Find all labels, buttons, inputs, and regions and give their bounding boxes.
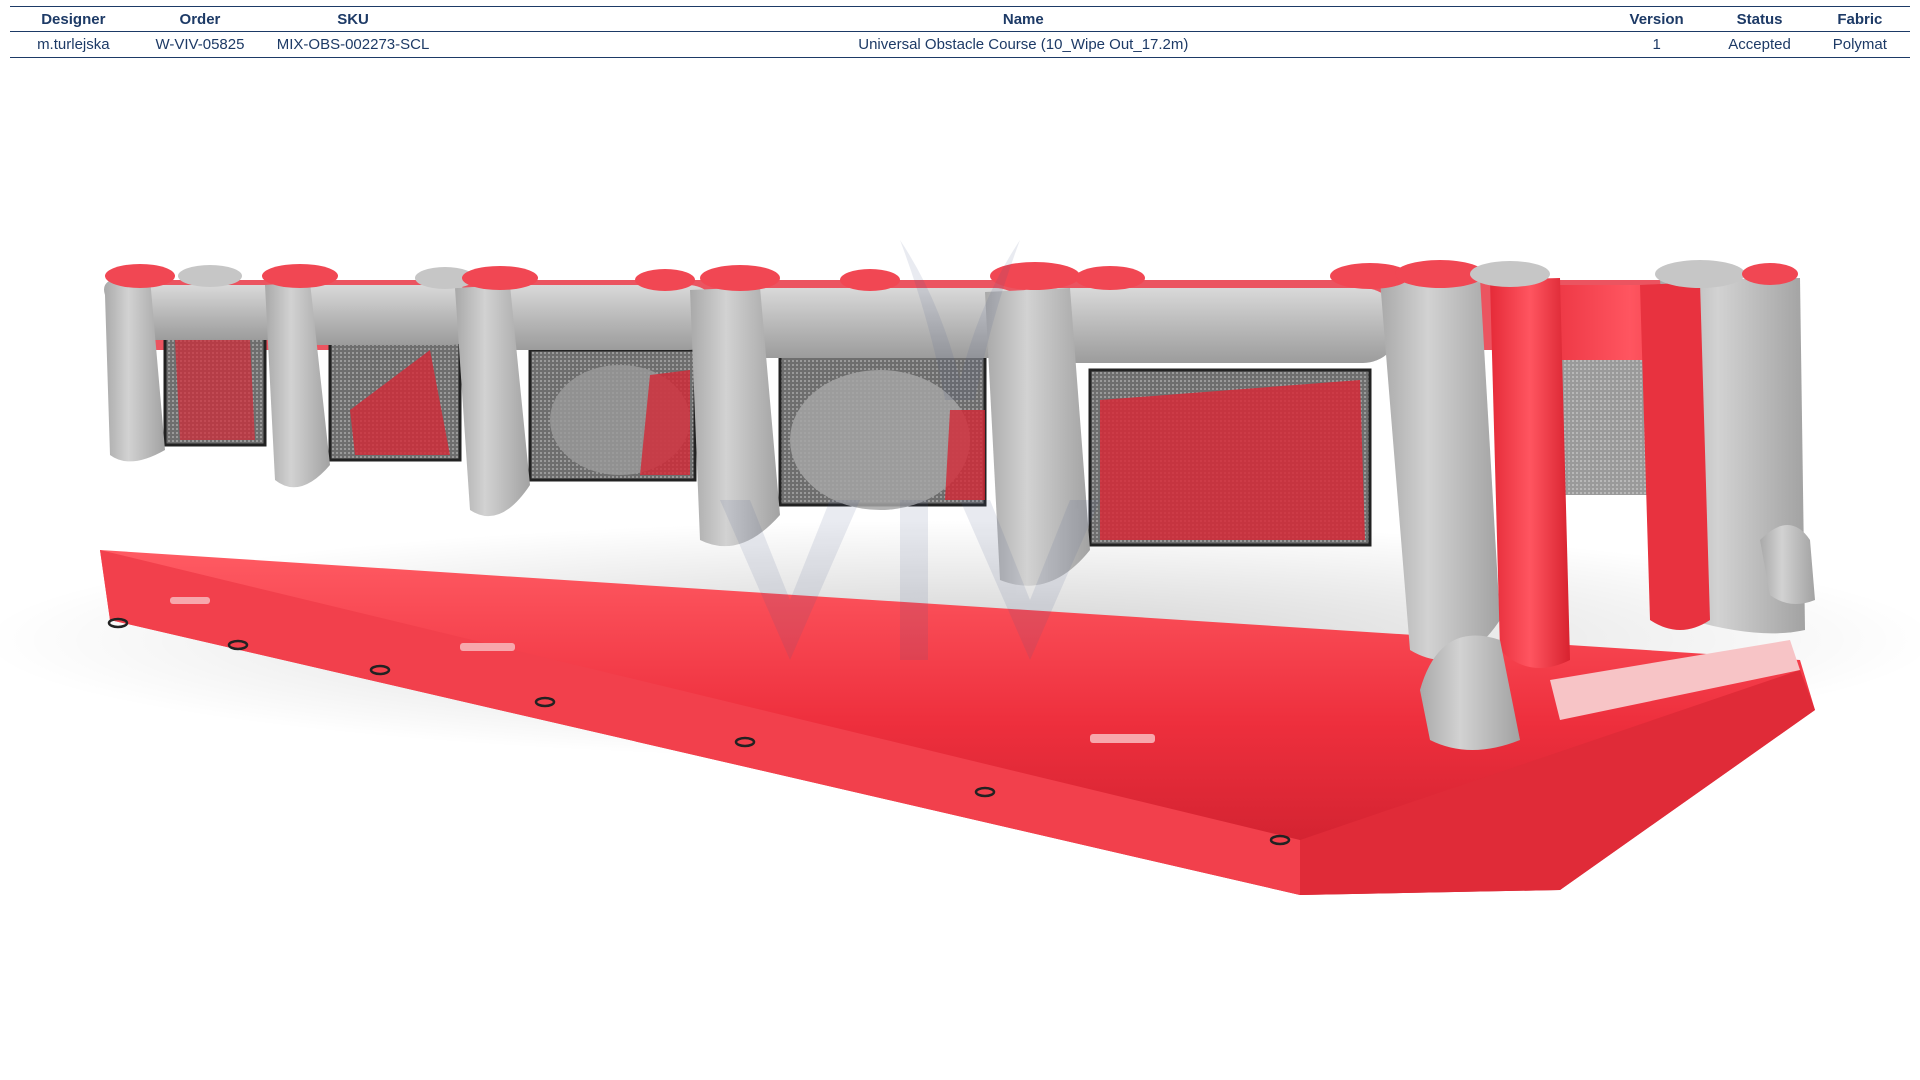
cell-name: Universal Obstacle Course (10_Wipe Out_1… [858,36,1189,53]
cell-order: W-VIV-05825 [155,36,245,53]
spec-table-row: m.turlejska W-VIV-05825 MIX-OBS-002273-S… [10,32,1910,58]
header-fabric: Fabric [1837,10,1883,28]
header-status: Status [1736,10,1783,28]
header-designer: Designer [41,10,106,28]
product-spec-sheet: Designer Order SKU Name Version Status F… [0,0,1920,1080]
spec-table: Designer Order SKU Name Version Status F… [10,6,1910,58]
inflatable-course-illustration [0,240,1920,895]
header-sku: SKU [337,10,369,28]
cell-status: Accepted [1728,36,1791,53]
spec-table-header-row: Designer Order SKU Name Version Status F… [10,6,1910,32]
header-version: Version [1629,10,1684,28]
cell-designer: m.turlejska [37,36,110,53]
cell-version: 1 [1652,36,1661,53]
header-name: Name [1002,10,1044,28]
product-render [0,240,1920,900]
cell-sku: MIX-OBS-002273-SCL [276,36,430,53]
cell-fabric: Polymat [1832,36,1887,53]
header-order: Order [179,10,221,28]
